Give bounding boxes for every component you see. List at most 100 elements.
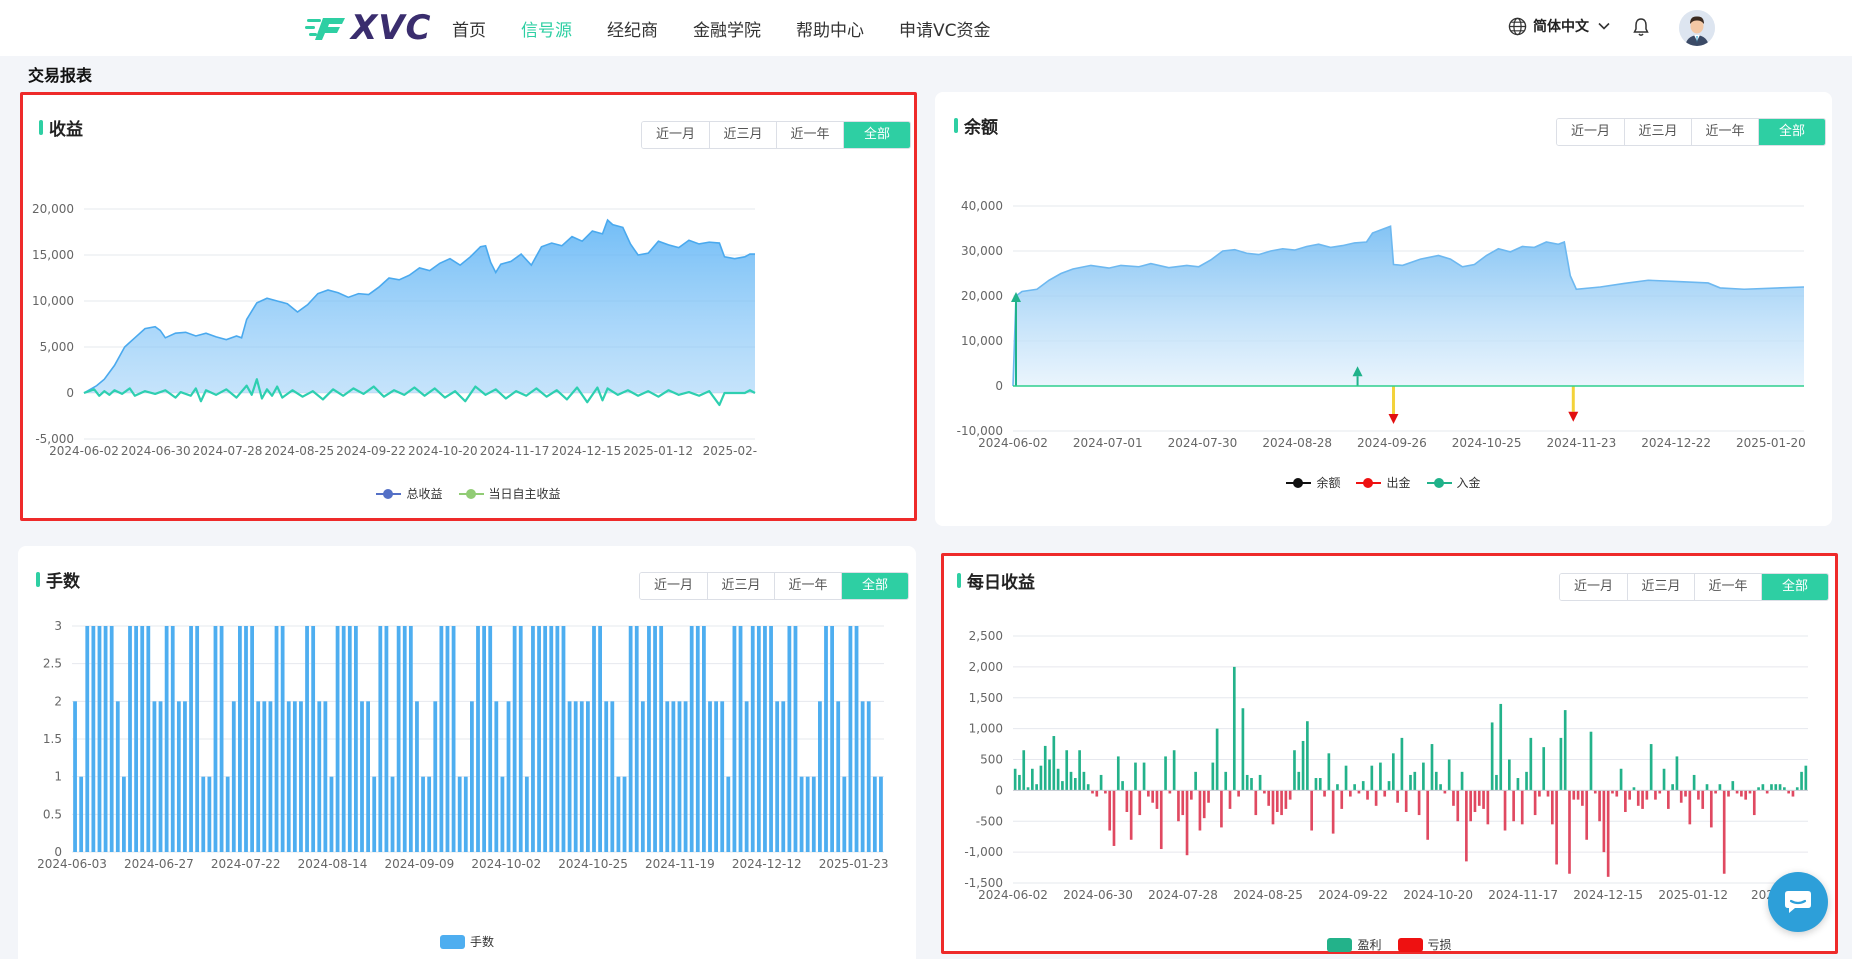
bar <box>262 701 267 852</box>
bar <box>219 626 224 852</box>
bar <box>1129 790 1133 840</box>
legend-item-daily[interactable]: 当日自主收益 <box>458 485 561 502</box>
nav-apply-vc-fund[interactable]: 申请VC资金 <box>899 16 991 41</box>
bar <box>1628 790 1631 800</box>
legend-label: 亏损 <box>1427 938 1452 952</box>
bar <box>378 626 383 852</box>
bar <box>1555 790 1558 865</box>
bar <box>1112 790 1116 846</box>
language-label: 简体中文 <box>1533 19 1589 35</box>
bar <box>1770 784 1773 791</box>
bar <box>140 626 145 852</box>
bar <box>1271 790 1275 825</box>
bar <box>1018 774 1021 791</box>
nav-finance-academy[interactable]: 金融学院 <box>693 16 761 41</box>
range-3m-button[interactable]: 近三月 <box>1627 574 1694 600</box>
range-1m-button[interactable]: 近一月 <box>1557 119 1624 145</box>
legend-label: 总收益 <box>406 487 443 501</box>
user-avatar[interactable] <box>1679 10 1715 46</box>
bar <box>756 626 761 852</box>
legend-item-loss[interactable]: 亏损 <box>1397 936 1452 953</box>
y-tick-label: 3 <box>54 619 62 633</box>
bar <box>1439 784 1442 791</box>
x-tick-label: 2024-09-22 <box>1318 888 1388 902</box>
bar <box>1550 790 1554 825</box>
bar <box>433 701 438 852</box>
bar <box>1327 753 1331 791</box>
bar <box>1177 790 1180 822</box>
bar <box>1654 790 1657 800</box>
bar <box>1078 750 1081 791</box>
range-1m-button[interactable]: 近一月 <box>642 122 709 148</box>
range-all-button[interactable]: 全部 <box>843 122 910 148</box>
range-3m-button[interactable]: 近三月 <box>709 122 776 148</box>
legend-item-deposit[interactable]: 入金 <box>1426 474 1481 491</box>
language-selector[interactable]: 简体中文 <box>1508 16 1611 36</box>
nav-help-center[interactable]: 帮助中心 <box>796 16 864 41</box>
bar <box>1185 790 1189 856</box>
bar <box>1538 790 1541 797</box>
legend-item-withdraw[interactable]: 出金 <box>1356 474 1411 491</box>
range-1m-button[interactable]: 近一月 <box>1560 574 1627 600</box>
range-all-button[interactable]: 全部 <box>841 573 908 599</box>
bar <box>366 701 370 852</box>
bar <box>1576 790 1580 800</box>
bar <box>1512 790 1515 822</box>
bar <box>1615 790 1619 797</box>
bar <box>1387 781 1391 791</box>
bar <box>1228 790 1232 809</box>
y-tick-label: 20,000 <box>32 202 74 216</box>
bar <box>671 701 676 852</box>
bar <box>677 701 682 852</box>
bar <box>1190 790 1193 800</box>
range-1y-button[interactable]: 近一年 <box>1691 119 1758 145</box>
range-all-button[interactable]: 全部 <box>1758 119 1825 145</box>
bar <box>1172 750 1176 791</box>
nav-signal-source[interactable]: 信号源 <box>521 16 572 41</box>
bar <box>488 626 493 852</box>
bar <box>1220 790 1223 828</box>
legend-item-profit[interactable]: 盈利 <box>1327 936 1382 953</box>
bar <box>1533 790 1537 816</box>
bar <box>1065 750 1069 791</box>
range-1y-button[interactable]: 近一年 <box>1694 574 1761 600</box>
x-tick-label: 2025-01-12 <box>1658 888 1728 902</box>
brand-logo[interactable]: XVC <box>305 8 431 48</box>
bell-icon[interactable] <box>1632 17 1650 37</box>
chat-support-button[interactable] <box>1768 872 1828 932</box>
nav-broker[interactable]: 经纪商 <box>607 16 658 41</box>
bar <box>1288 790 1292 800</box>
y-tick-label: 0 <box>995 783 1003 797</box>
bar <box>1340 790 1344 809</box>
bar <box>396 626 401 852</box>
bar <box>1499 703 1503 791</box>
withdraw-arrow-icon <box>1568 411 1579 422</box>
bar <box>860 701 865 852</box>
bar <box>1151 790 1154 803</box>
range-3m-button[interactable]: 近三月 <box>1624 119 1691 145</box>
bar <box>213 626 218 852</box>
legend-item-total[interactable]: 总收益 <box>376 485 443 502</box>
legend-marker-icon <box>1356 476 1382 490</box>
legend-item-lots[interactable]: 手数 <box>439 933 494 950</box>
bar <box>494 701 499 852</box>
range-1y-button[interactable]: 近一年 <box>774 573 841 599</box>
bar <box>634 626 639 852</box>
bar <box>1245 774 1249 791</box>
bar <box>1306 721 1309 791</box>
bar <box>1396 790 1399 803</box>
range-1y-button[interactable]: 近一年 <box>776 122 843 148</box>
bar <box>573 701 578 852</box>
bar <box>311 626 316 852</box>
bar <box>439 626 444 852</box>
y-tick-label: 1,000 <box>969 722 1003 736</box>
range-selector: 近一月 近三月 近一年 全部 <box>1559 573 1829 601</box>
range-all-button[interactable]: 全部 <box>1761 574 1828 600</box>
range-1m-button[interactable]: 近一月 <box>640 573 707 599</box>
bar <box>1039 765 1043 791</box>
legend-item-balance[interactable]: 余额 <box>1286 474 1340 491</box>
nav-home[interactable]: 首页 <box>452 16 486 41</box>
range-3m-button[interactable]: 近三月 <box>707 573 774 599</box>
bar <box>256 701 261 852</box>
x-tick-label: 2025-01-23 <box>819 857 889 871</box>
